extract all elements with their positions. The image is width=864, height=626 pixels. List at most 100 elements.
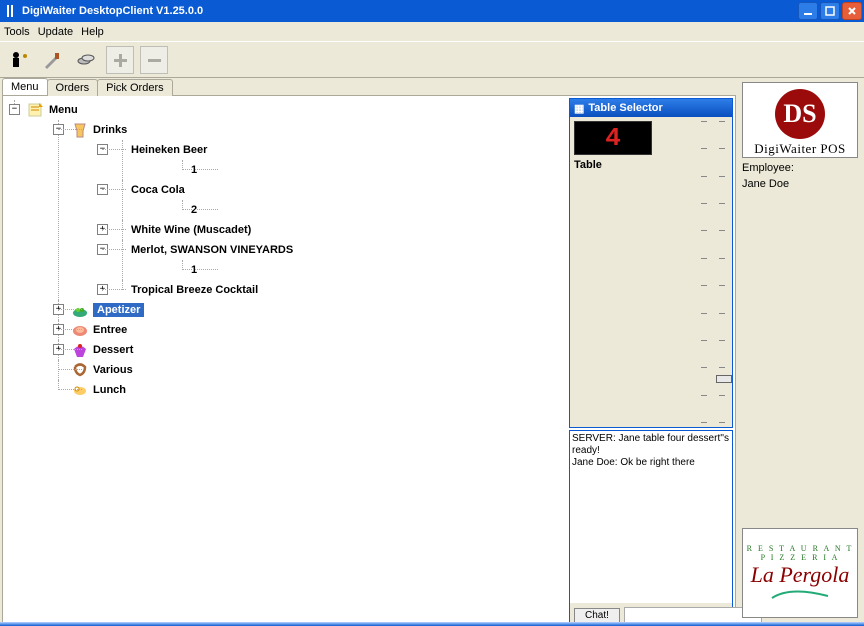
toolbar-coins-icon[interactable] bbox=[72, 46, 100, 74]
mid-column: ▦ Table Selector 4 Table bbox=[567, 96, 735, 622]
tree-toggle-coke[interactable]: − bbox=[97, 184, 108, 195]
tree-qty[interactable]: 1 bbox=[191, 160, 563, 180]
tab-pickorders[interactable]: Pick Orders bbox=[97, 79, 172, 96]
brand-name: DigiWaiter POS bbox=[754, 141, 846, 157]
table-number: 4 bbox=[605, 123, 621, 153]
tree-toggle-whitewine[interactable]: + bbox=[97, 224, 108, 235]
tree-root[interactable]: Menu bbox=[27, 100, 563, 120]
brand-logo: DS DigiWaiter POS bbox=[742, 82, 858, 158]
tree-various[interactable]: Various bbox=[71, 360, 563, 380]
tree-drinks[interactable]: Drinks bbox=[71, 120, 563, 140]
menu-icon bbox=[27, 101, 45, 119]
tab-orders[interactable]: Orders bbox=[47, 79, 99, 96]
table-label: Table bbox=[574, 159, 694, 171]
tree-item-label: Coca Cola bbox=[131, 184, 185, 196]
tree-root-label: Menu bbox=[49, 104, 78, 116]
pretzel-icon bbox=[71, 361, 89, 379]
tree-dessert[interactable]: Dessert bbox=[71, 340, 563, 360]
restaurant-top1: R E S T A U R A N T bbox=[747, 544, 854, 553]
tree-apetizer[interactable]: Apetizer bbox=[71, 300, 563, 320]
table-selector-panel: ▦ Table Selector 4 Table bbox=[569, 98, 733, 428]
menu-tools[interactable]: Tools bbox=[4, 26, 30, 38]
close-button[interactable] bbox=[842, 2, 862, 20]
tree-item-label: Tropical Breeze Cocktail bbox=[131, 284, 258, 296]
chat-line: Jane Doe: Ok be right there bbox=[572, 457, 730, 469]
restaurant-logo: R E S T A U R A N T P I Z Z E R I A La P… bbox=[742, 528, 858, 618]
tabs: Menu Orders Pick Orders bbox=[0, 78, 738, 95]
employee-label: Employee: bbox=[742, 162, 860, 174]
table-sliders bbox=[698, 121, 728, 423]
toolbar-waiter-icon[interactable] bbox=[4, 46, 32, 74]
grid-icon: ▦ bbox=[574, 102, 584, 115]
chat-line: SERVER: Jane table four dessert''s ready… bbox=[572, 433, 730, 457]
chat-button-label: Chat! bbox=[585, 610, 609, 621]
menu-help[interactable]: Help bbox=[81, 26, 104, 38]
tab-orders-label: Orders bbox=[56, 82, 90, 94]
table-selector-title: Table Selector bbox=[588, 102, 662, 114]
tree-item-label: White Wine (Muscadet) bbox=[131, 224, 251, 236]
right-column: DS DigiWaiter POS Employee: Jane Doe R E… bbox=[738, 78, 864, 622]
lunch-icon bbox=[71, 381, 89, 399]
tree-pane: − Menu − D bbox=[3, 96, 567, 622]
titlebar: DigiWaiter DesktopClient V1.25.0.0 bbox=[0, 0, 864, 22]
tree-qty-label: 2 bbox=[191, 204, 197, 216]
left-column: Menu Orders Pick Orders − Menu bbox=[0, 78, 738, 622]
tree-item-cocacola[interactable]: Coca Cola bbox=[131, 180, 563, 200]
tab-menu[interactable]: Menu bbox=[2, 78, 48, 95]
minimize-button[interactable] bbox=[798, 2, 818, 20]
tree-lunch-label: Lunch bbox=[93, 384, 126, 396]
toolbar-knife-icon[interactable] bbox=[38, 46, 66, 74]
slider-thumb[interactable] bbox=[716, 375, 732, 383]
tree-item-tropical[interactable]: Tropical Breeze Cocktail bbox=[131, 280, 563, 300]
tab-pickorders-label: Pick Orders bbox=[106, 82, 163, 94]
tree-item-label: Heineken Beer bbox=[131, 144, 207, 156]
tree-item-heineken[interactable]: Heineken Beer bbox=[131, 140, 563, 160]
tab-menu-label: Menu bbox=[11, 81, 39, 93]
tree-toggle-tropical[interactable]: + bbox=[97, 284, 108, 295]
tree-toggle-root[interactable]: − bbox=[9, 104, 20, 115]
tree-entree-label: Entree bbox=[93, 324, 127, 336]
tree-toggle-entree[interactable]: + bbox=[53, 324, 64, 335]
entree-icon bbox=[71, 321, 89, 339]
tree-toggle-dessert[interactable]: + bbox=[53, 344, 64, 355]
dessert-icon bbox=[71, 341, 89, 359]
tree-various-label: Various bbox=[93, 364, 133, 376]
toolbar-plus-button[interactable] bbox=[106, 46, 134, 74]
chat-log: SERVER: Jane table four dessert''s ready… bbox=[570, 431, 732, 603]
tree-toggle-merlot[interactable]: − bbox=[97, 244, 108, 255]
tree-item-whitewine[interactable]: White Wine (Muscadet) bbox=[131, 220, 563, 240]
toolbar-minus-button[interactable] bbox=[140, 46, 168, 74]
employee-name: Jane Doe bbox=[742, 178, 860, 190]
tree-item-label: Merlot, SWANSON VINEYARDS bbox=[131, 244, 293, 256]
slider-left[interactable] bbox=[698, 121, 710, 423]
maximize-button[interactable] bbox=[820, 2, 840, 20]
menubar: Tools Update Help bbox=[0, 22, 864, 42]
app-icon bbox=[4, 4, 18, 18]
restaurant-name: La Pergola bbox=[751, 562, 850, 588]
window-title: DigiWaiter DesktopClient V1.25.0.0 bbox=[22, 5, 798, 17]
tree-entree[interactable]: Entree bbox=[71, 320, 563, 340]
salad-icon bbox=[71, 301, 89, 319]
tree-toggle-drinks[interactable]: − bbox=[53, 124, 64, 135]
table-selector-header: ▦ Table Selector bbox=[570, 99, 732, 117]
tree-item-merlot[interactable]: Merlot, SWANSON VINEYARDS bbox=[131, 240, 563, 260]
chat-panel: SERVER: Jane table four dessert''s ready… bbox=[569, 430, 733, 622]
toolbar bbox=[0, 42, 864, 78]
tree-toggle-apetizer[interactable]: + bbox=[53, 304, 64, 315]
tree-lunch[interactable]: Lunch bbox=[71, 380, 563, 400]
tree-drinks-label: Drinks bbox=[93, 124, 127, 136]
restaurant-top2: P I Z Z E R I A bbox=[761, 553, 840, 562]
tree-qty[interactable]: 1 bbox=[191, 260, 563, 280]
bottom-bar bbox=[0, 622, 864, 626]
content: Menu Orders Pick Orders − Menu bbox=[0, 78, 864, 622]
slider-right[interactable] bbox=[716, 121, 728, 423]
menu-update[interactable]: Update bbox=[38, 26, 73, 38]
drink-icon bbox=[71, 121, 89, 139]
chat-send-button[interactable]: Chat! bbox=[574, 608, 620, 623]
restaurant-flourish bbox=[770, 588, 830, 602]
tree-qty[interactable]: 2 bbox=[191, 200, 563, 220]
table-number-display: 4 bbox=[574, 121, 652, 155]
tree-qty-label: 1 bbox=[191, 264, 197, 276]
tree-toggle-heineken[interactable]: − bbox=[97, 144, 108, 155]
tree-apetizer-label: Apetizer bbox=[93, 303, 144, 317]
